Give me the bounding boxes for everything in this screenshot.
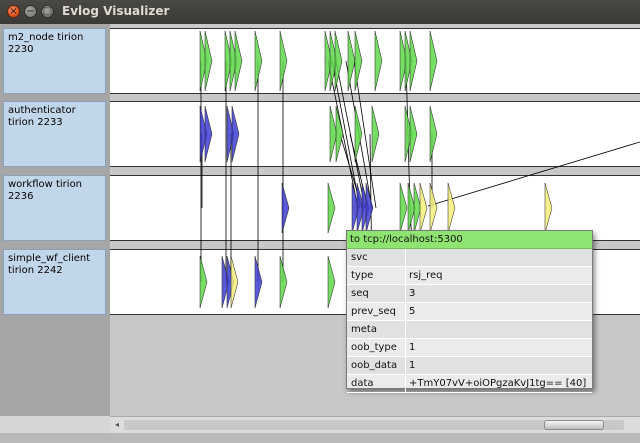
scroll-thumb[interactable] xyxy=(544,420,604,430)
tooltip-key: oob_data xyxy=(351,360,398,371)
event-marker[interactable] xyxy=(429,30,438,92)
host-label-workflow[interactable]: workflow tirion 2236 xyxy=(3,175,106,241)
event-marker[interactable] xyxy=(327,182,336,234)
event-marker[interactable] xyxy=(279,30,288,92)
tooltip-row: prev_seq 5 xyxy=(347,303,592,321)
event-marker[interactable] xyxy=(204,30,213,92)
event-marker[interactable] xyxy=(279,255,288,309)
tooltip-key: prev_seq xyxy=(351,306,397,317)
close-button[interactable]: × xyxy=(7,5,20,18)
event-marker[interactable] xyxy=(399,182,408,234)
event-marker[interactable] xyxy=(281,182,290,234)
window-title: Evlog Visualizer xyxy=(62,4,170,18)
tooltip-value: 1 xyxy=(409,360,416,371)
tooltip-key: svc xyxy=(351,252,368,263)
event-marker[interactable] xyxy=(347,30,356,92)
tooltip-row: seq 3 xyxy=(347,285,592,303)
minimize-icon: − xyxy=(26,6,35,17)
event-marker[interactable] xyxy=(334,30,343,92)
tooltip-row: oob_type 1 xyxy=(347,339,592,357)
message-tooltip: to tcp://localhost:5300 svc type rsj_reqse… xyxy=(346,230,593,393)
tooltip-title: to tcp://localhost:5300 xyxy=(347,231,592,249)
tooltip-row: svc xyxy=(347,249,592,267)
event-marker[interactable] xyxy=(447,182,456,234)
status-strip xyxy=(0,433,640,443)
event-marker[interactable] xyxy=(429,105,438,163)
tooltip-key: type xyxy=(351,270,374,281)
event-marker[interactable] xyxy=(254,255,263,309)
event-marker[interactable] xyxy=(354,105,363,163)
message-line xyxy=(427,141,640,207)
event-marker[interactable] xyxy=(231,105,240,163)
event-marker[interactable] xyxy=(327,255,336,309)
maximize-icon: □ xyxy=(42,6,53,17)
horizontal-scrollbar[interactable]: ◂ xyxy=(110,416,640,434)
window-titlebar: × − □ Evlog Visualizer xyxy=(0,0,640,25)
tooltip-value: 1 xyxy=(409,342,416,353)
host-label-simple-wf-client[interactable]: simple_wf_client tirion 2242 xyxy=(3,249,106,315)
tooltip-key: seq xyxy=(351,288,369,299)
tooltip-row: type rsj_req xyxy=(347,267,592,285)
scroll-left-arrow-icon[interactable]: ◂ xyxy=(112,420,122,430)
host-label-m2-node[interactable]: m2_node tirion 2230 xyxy=(3,28,106,94)
tooltip-row: data +TmY07vV+oiOPgzaKvJ1tg== [40] xyxy=(347,375,592,393)
event-marker[interactable] xyxy=(429,182,438,234)
scroll-track[interactable] xyxy=(124,420,624,430)
event-marker[interactable] xyxy=(409,30,418,92)
event-marker[interactable] xyxy=(544,182,553,234)
event-marker[interactable] xyxy=(204,105,213,163)
tooltip-key: oob_type xyxy=(351,342,397,353)
event-marker[interactable] xyxy=(371,105,380,163)
tooltip-value: 3 xyxy=(409,288,416,299)
event-marker[interactable] xyxy=(230,255,239,309)
tooltip-key: data xyxy=(351,378,374,389)
tooltip-value: 5 xyxy=(409,306,416,317)
event-marker[interactable] xyxy=(374,30,383,92)
event-marker[interactable] xyxy=(409,105,418,163)
tooltip-row: oob_data 1 xyxy=(347,357,592,375)
event-marker[interactable] xyxy=(254,30,263,92)
event-marker[interactable] xyxy=(199,255,208,309)
tooltip-key: meta xyxy=(351,324,377,335)
event-marker[interactable] xyxy=(419,182,428,234)
tooltip-value: rsj_req xyxy=(409,270,443,281)
tooltip-row: meta xyxy=(347,321,592,339)
close-icon: × xyxy=(9,6,18,17)
minimize-button[interactable]: − xyxy=(24,5,37,18)
host-label-authenticator[interactable]: authenticator tirion 2233 xyxy=(3,101,106,167)
host-sidebar: m2_node tirion 2230 authenticator tirion… xyxy=(0,24,110,416)
maximize-button[interactable]: □ xyxy=(41,5,54,18)
event-marker[interactable] xyxy=(234,30,243,92)
tooltip-value: +TmY07vV+oiOPgzaKvJ1tg== [40] xyxy=(409,378,587,389)
event-marker[interactable] xyxy=(365,182,374,234)
event-marker[interactable] xyxy=(354,30,363,92)
